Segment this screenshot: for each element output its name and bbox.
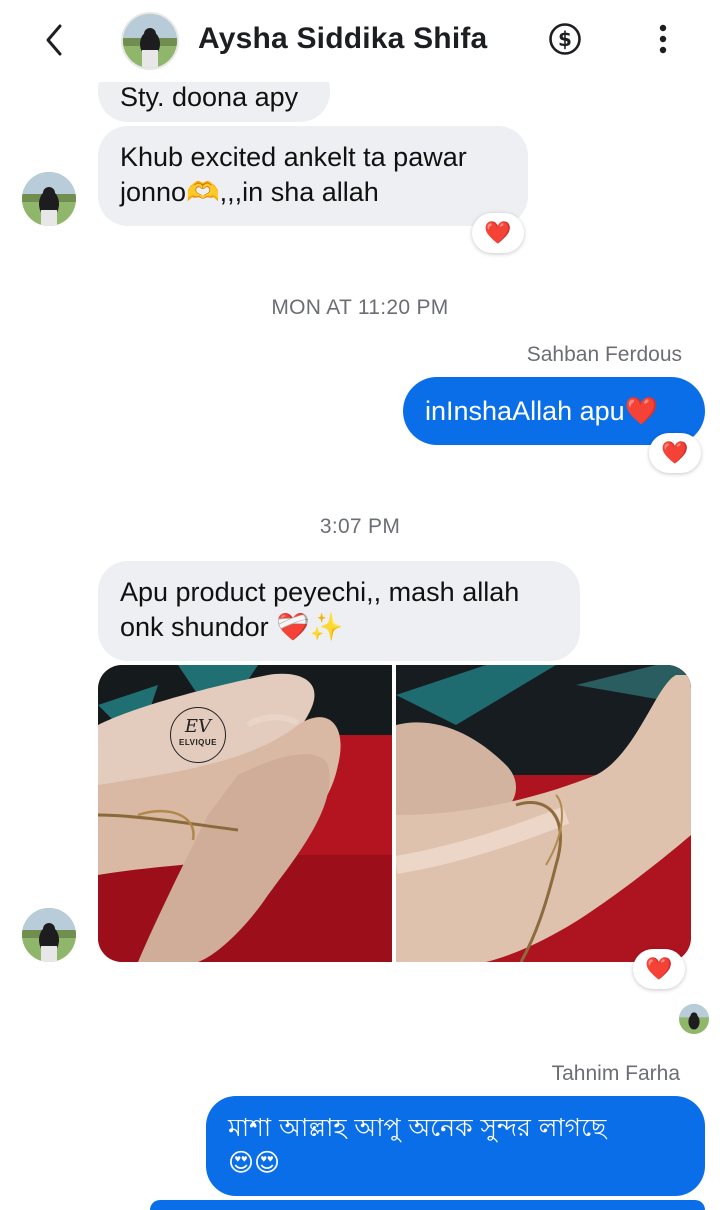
more-options-button[interactable]	[650, 22, 676, 56]
back-button[interactable]	[36, 18, 76, 62]
watermark-text: ELVIQUE	[178, 738, 218, 747]
svg-text:$: $	[558, 27, 572, 51]
chat-header: Aysha Siddika Shifa $	[0, 0, 720, 82]
message-line: Khub excited ankelt ta pawar	[120, 142, 467, 172]
message-text: inInshaAllah apu❤️	[425, 396, 659, 426]
sender-avatar[interactable]	[22, 908, 76, 962]
message-bubble-outgoing-partial[interactable]	[150, 1200, 705, 1210]
message-bubble-incoming[interactable]: Apu product peyechi,, mash allah onk shu…	[98, 561, 580, 661]
photo-attachment[interactable]	[396, 665, 691, 962]
watermark-monogram: EV	[184, 716, 212, 737]
message-line: মাশা আল্লাহ আপু অনেক সুন্দর লাগছে	[228, 1113, 607, 1142]
message-line: jonno🫶,,,in sha allah	[120, 177, 379, 207]
more-vertical-icon	[659, 24, 667, 54]
read-receipt-avatar	[679, 1004, 709, 1034]
message-line: 😍😍	[228, 1148, 281, 1177]
sender-avatar[interactable]	[22, 172, 76, 226]
message-line: Apu product peyechi,, mash allah	[120, 577, 520, 607]
heart-icon: ❤️	[645, 956, 673, 981]
chevron-left-icon	[46, 24, 62, 56]
message-bubble-incoming[interactable]: Khub excited ankelt ta pawar jonno🫶,,,in…	[98, 126, 528, 226]
reaction-badge[interactable]: ❤️	[649, 433, 701, 473]
photo-attachment[interactable]: EV ELVIQUE	[98, 665, 392, 962]
dollar-circle-icon: $	[549, 23, 581, 55]
contact-avatar[interactable]	[121, 12, 179, 70]
reaction-badge[interactable]: ❤️	[472, 213, 524, 253]
brand-watermark-logo: EV ELVIQUE	[170, 707, 226, 763]
message-line: onk shundor ❤️‍🩹✨	[120, 612, 344, 642]
heart-icon: ❤️	[484, 220, 512, 245]
heart-icon: ❤️	[661, 440, 689, 465]
sender-name: Tahnim Farha	[551, 1062, 680, 1085]
timestamp: 3:07 PM	[319, 515, 401, 538]
message-text: Sty. doona apy	[120, 82, 299, 112]
contact-name[interactable]: Aysha Siddika Shifa	[198, 22, 487, 56]
message-bubble-outgoing[interactable]: মাশা আল্লাহ আপু অনেক সুন্দর লাগছে 😍😍	[206, 1096, 705, 1196]
photo-attachments: EV ELVIQUE	[98, 665, 691, 962]
payment-button[interactable]: $	[548, 22, 582, 56]
sender-name: Sahban Ferdous	[526, 343, 682, 366]
timestamp: MON AT 11:20 PM	[271, 296, 449, 319]
reaction-badge[interactable]: ❤️	[633, 949, 685, 989]
